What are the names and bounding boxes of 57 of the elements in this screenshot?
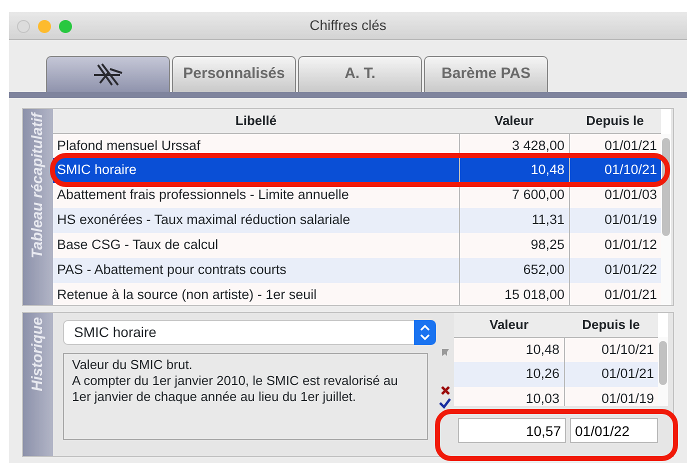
minimize-button[interactable] xyxy=(38,20,51,33)
table-cell: SMIC horaire xyxy=(57,162,137,178)
tab[interactable]: Personnalisés xyxy=(172,56,296,92)
table-cell: 3 428,00 xyxy=(512,138,564,153)
table-cell: 01/01/03 xyxy=(604,187,657,202)
section-label: Historique xyxy=(28,316,47,392)
column-header[interactable]: Depuis le xyxy=(569,109,661,133)
table-cell: 10,26 xyxy=(526,366,560,382)
section-label: Tableau récapitulatif xyxy=(28,112,47,258)
table-cell: Base CSG - Taux de calcul xyxy=(57,237,218,252)
column-header[interactable]: Valeur xyxy=(459,109,569,133)
zoom-button[interactable] xyxy=(59,20,72,33)
table-cell: Plafond mensuel Urssaf xyxy=(57,138,200,153)
description-text: A compter du 1er janvier 2010, le SMIC est revalorisé au 1er janvier de chaque année au lieu du 1er juillet. xyxy=(72,373,399,405)
column-header[interactable]: Valeur xyxy=(454,313,564,337)
pin-icon[interactable] xyxy=(440,348,450,357)
table-cell: 7 600,00 xyxy=(512,187,564,202)
table-cell: 01/01/21 xyxy=(601,366,654,382)
table-cell: 15 018,00 xyxy=(504,287,564,302)
table-cell: 01/01/22 xyxy=(604,262,657,278)
window-title: Chiffres clés xyxy=(310,16,386,35)
column-header[interactable]: Libellé xyxy=(53,109,459,133)
scrollbar-thumb[interactable] xyxy=(659,341,667,385)
table-cell: 652,00 xyxy=(523,262,564,278)
table-row[interactable]: HS exonérées - Taux maximal réduction salariale 11,31 01/01/19 xyxy=(53,208,661,233)
table-cell: HS exonérées - Taux maximal réduction salariale xyxy=(57,212,350,228)
tab[interactable] xyxy=(46,56,170,92)
table-cell: 10,48 xyxy=(530,162,564,178)
tab[interactable]: Barème PAS xyxy=(424,56,548,92)
table-cell: 01/01/12 xyxy=(604,237,657,252)
date-field[interactable]: 01/01/22 xyxy=(570,418,658,443)
table-row[interactable]: Base CSG - Taux de calcul 98,25 01/01/12 xyxy=(53,233,661,258)
tab[interactable]: A. T. xyxy=(298,56,422,92)
table-cell: 01/01/21 xyxy=(604,138,657,153)
table-cell: 10,48 xyxy=(526,342,560,357)
table-cell: 98,25 xyxy=(530,237,564,252)
column-header[interactable]: Depuis le xyxy=(564,313,658,337)
table-cell: 01/10/21 xyxy=(601,342,654,357)
table-cell: 11,31 xyxy=(532,212,564,228)
dropdown[interactable]: SMIC horaire xyxy=(63,320,436,345)
table-row[interactable]: Retenue à la source (non artiste) - 1er seuil 15 018,00 01/01/21 xyxy=(53,283,661,305)
close-button[interactable] xyxy=(17,20,30,33)
table-cell: 10,03 xyxy=(526,391,560,406)
check-icon[interactable] xyxy=(439,398,451,409)
table-cell: PAS - Abattement pour contrats courts xyxy=(57,262,286,278)
table-cell: Abattement frais professionnels - Limite annuelle xyxy=(57,187,349,202)
table-cell: 01/01/19 xyxy=(601,391,654,406)
table-row[interactable]: SMIC horaire 10,48 01/10/21 xyxy=(53,158,661,183)
delete-icon[interactable] xyxy=(440,385,450,396)
stepper-icon xyxy=(414,320,436,345)
table-cell: Retenue à la source (non artiste) - 1er seuil xyxy=(57,287,317,302)
table-cell: 01/10/21 xyxy=(604,162,657,178)
table-row[interactable]: PAS - Abattement pour contrats courts 652,00 01/01/22 xyxy=(53,258,661,283)
table-cell: 01/01/19 xyxy=(604,212,657,228)
description-text: Valeur du SMIC brut. xyxy=(72,357,194,373)
table-cell: 01/01/21 xyxy=(604,287,657,302)
value-field[interactable]: 10,57 xyxy=(458,418,566,443)
